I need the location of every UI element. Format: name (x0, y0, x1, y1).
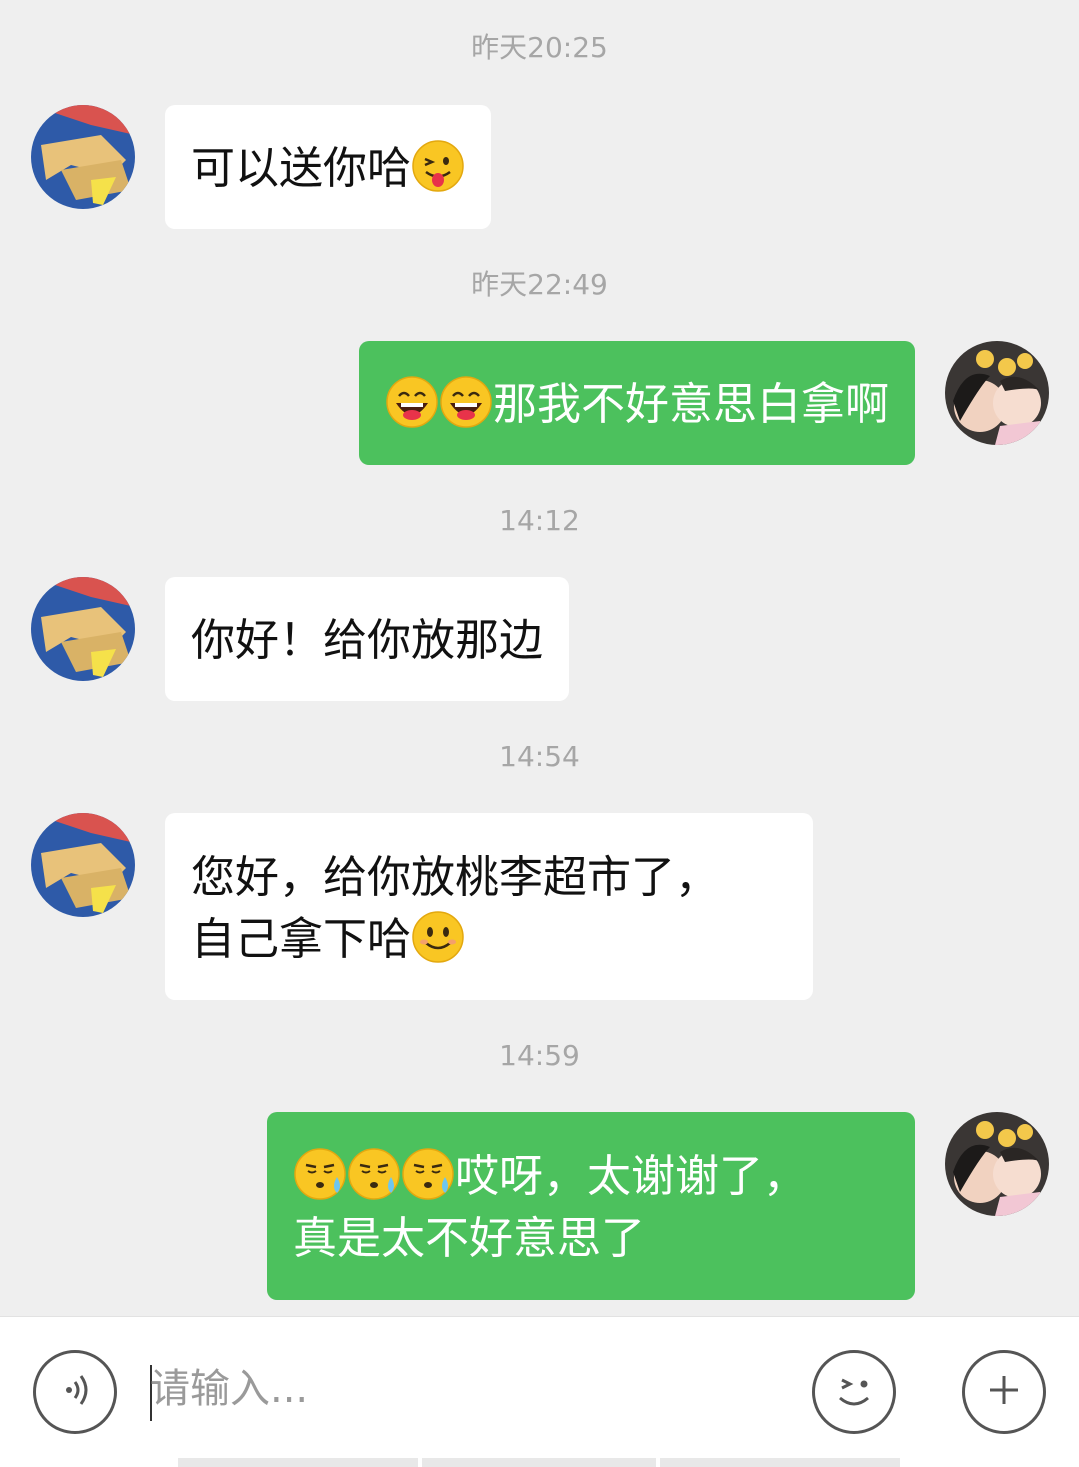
outgoing-message-bubble[interactable]: 哎呀，太谢谢了， 真是太不好意思了 (267, 1112, 915, 1300)
emoji-button[interactable] (812, 1350, 896, 1434)
tongue-wink-emoji-icon (411, 139, 465, 193)
voice-icon (53, 1368, 97, 1416)
sweat-emoji-icon (401, 1147, 455, 1201)
smile-emoji-icon (411, 910, 465, 964)
keyboard-strip-segment (660, 1458, 900, 1467)
message-text: 你好！给你放那边 (191, 615, 543, 666)
big-grin-emoji-icon (439, 375, 493, 429)
voice-button[interactable] (33, 1350, 117, 1434)
input-bar: 请输入... (0, 1316, 1079, 1467)
sweat-emoji-icon (347, 1147, 401, 1201)
contact-avatar[interactable] (31, 813, 135, 917)
timestamp: 14:12 (499, 504, 580, 537)
chat-screen: 昨天20:25 可以送你哈 昨天22:49 那我不好意思白拿啊 14:12 你好… (0, 0, 1079, 1467)
outgoing-message-bubble[interactable]: 那我不好意思白拿啊 (359, 341, 915, 465)
message-text: 那我不好意思白拿啊 (493, 379, 889, 430)
contact-avatar[interactable] (31, 577, 135, 681)
timestamp: 14:59 (499, 1039, 580, 1072)
message-input[interactable]: 请输入... (150, 1359, 770, 1419)
message-text: 真是太不好意思了 (293, 1213, 645, 1264)
incoming-message-bubble[interactable]: 你好！给你放那边 (165, 577, 569, 701)
timestamp: 昨天22:49 (471, 268, 608, 301)
incoming-message-bubble[interactable]: 您好，给你放桃李超市了， 自己拿下哈 (165, 813, 813, 1000)
keyboard-strip-segment (422, 1458, 656, 1467)
more-options-button[interactable] (962, 1350, 1046, 1434)
message-list[interactable]: 昨天20:25 可以送你哈 昨天22:49 那我不好意思白拿啊 14:12 你好… (0, 0, 1079, 1316)
timestamp: 昨天20:25 (471, 31, 608, 64)
incoming-message-bubble[interactable]: 可以送你哈 (165, 105, 491, 229)
message-text: 哎呀，太谢谢了， (455, 1151, 807, 1202)
message-text: 可以送你哈 (191, 143, 411, 194)
plus-icon (984, 1370, 1024, 1414)
my-avatar[interactable] (945, 341, 1049, 445)
keyboard-strip-segment (178, 1458, 418, 1467)
message-text: 您好，给你放桃李超市了， (191, 852, 719, 903)
emoji-icon (824, 1360, 884, 1424)
timestamp: 14:54 (499, 740, 580, 773)
message-text: 自己拿下哈 (191, 914, 411, 965)
sweat-emoji-icon (293, 1147, 347, 1201)
big-grin-emoji-icon (385, 375, 439, 429)
contact-avatar[interactable] (31, 105, 135, 209)
my-avatar[interactable] (945, 1112, 1049, 1216)
